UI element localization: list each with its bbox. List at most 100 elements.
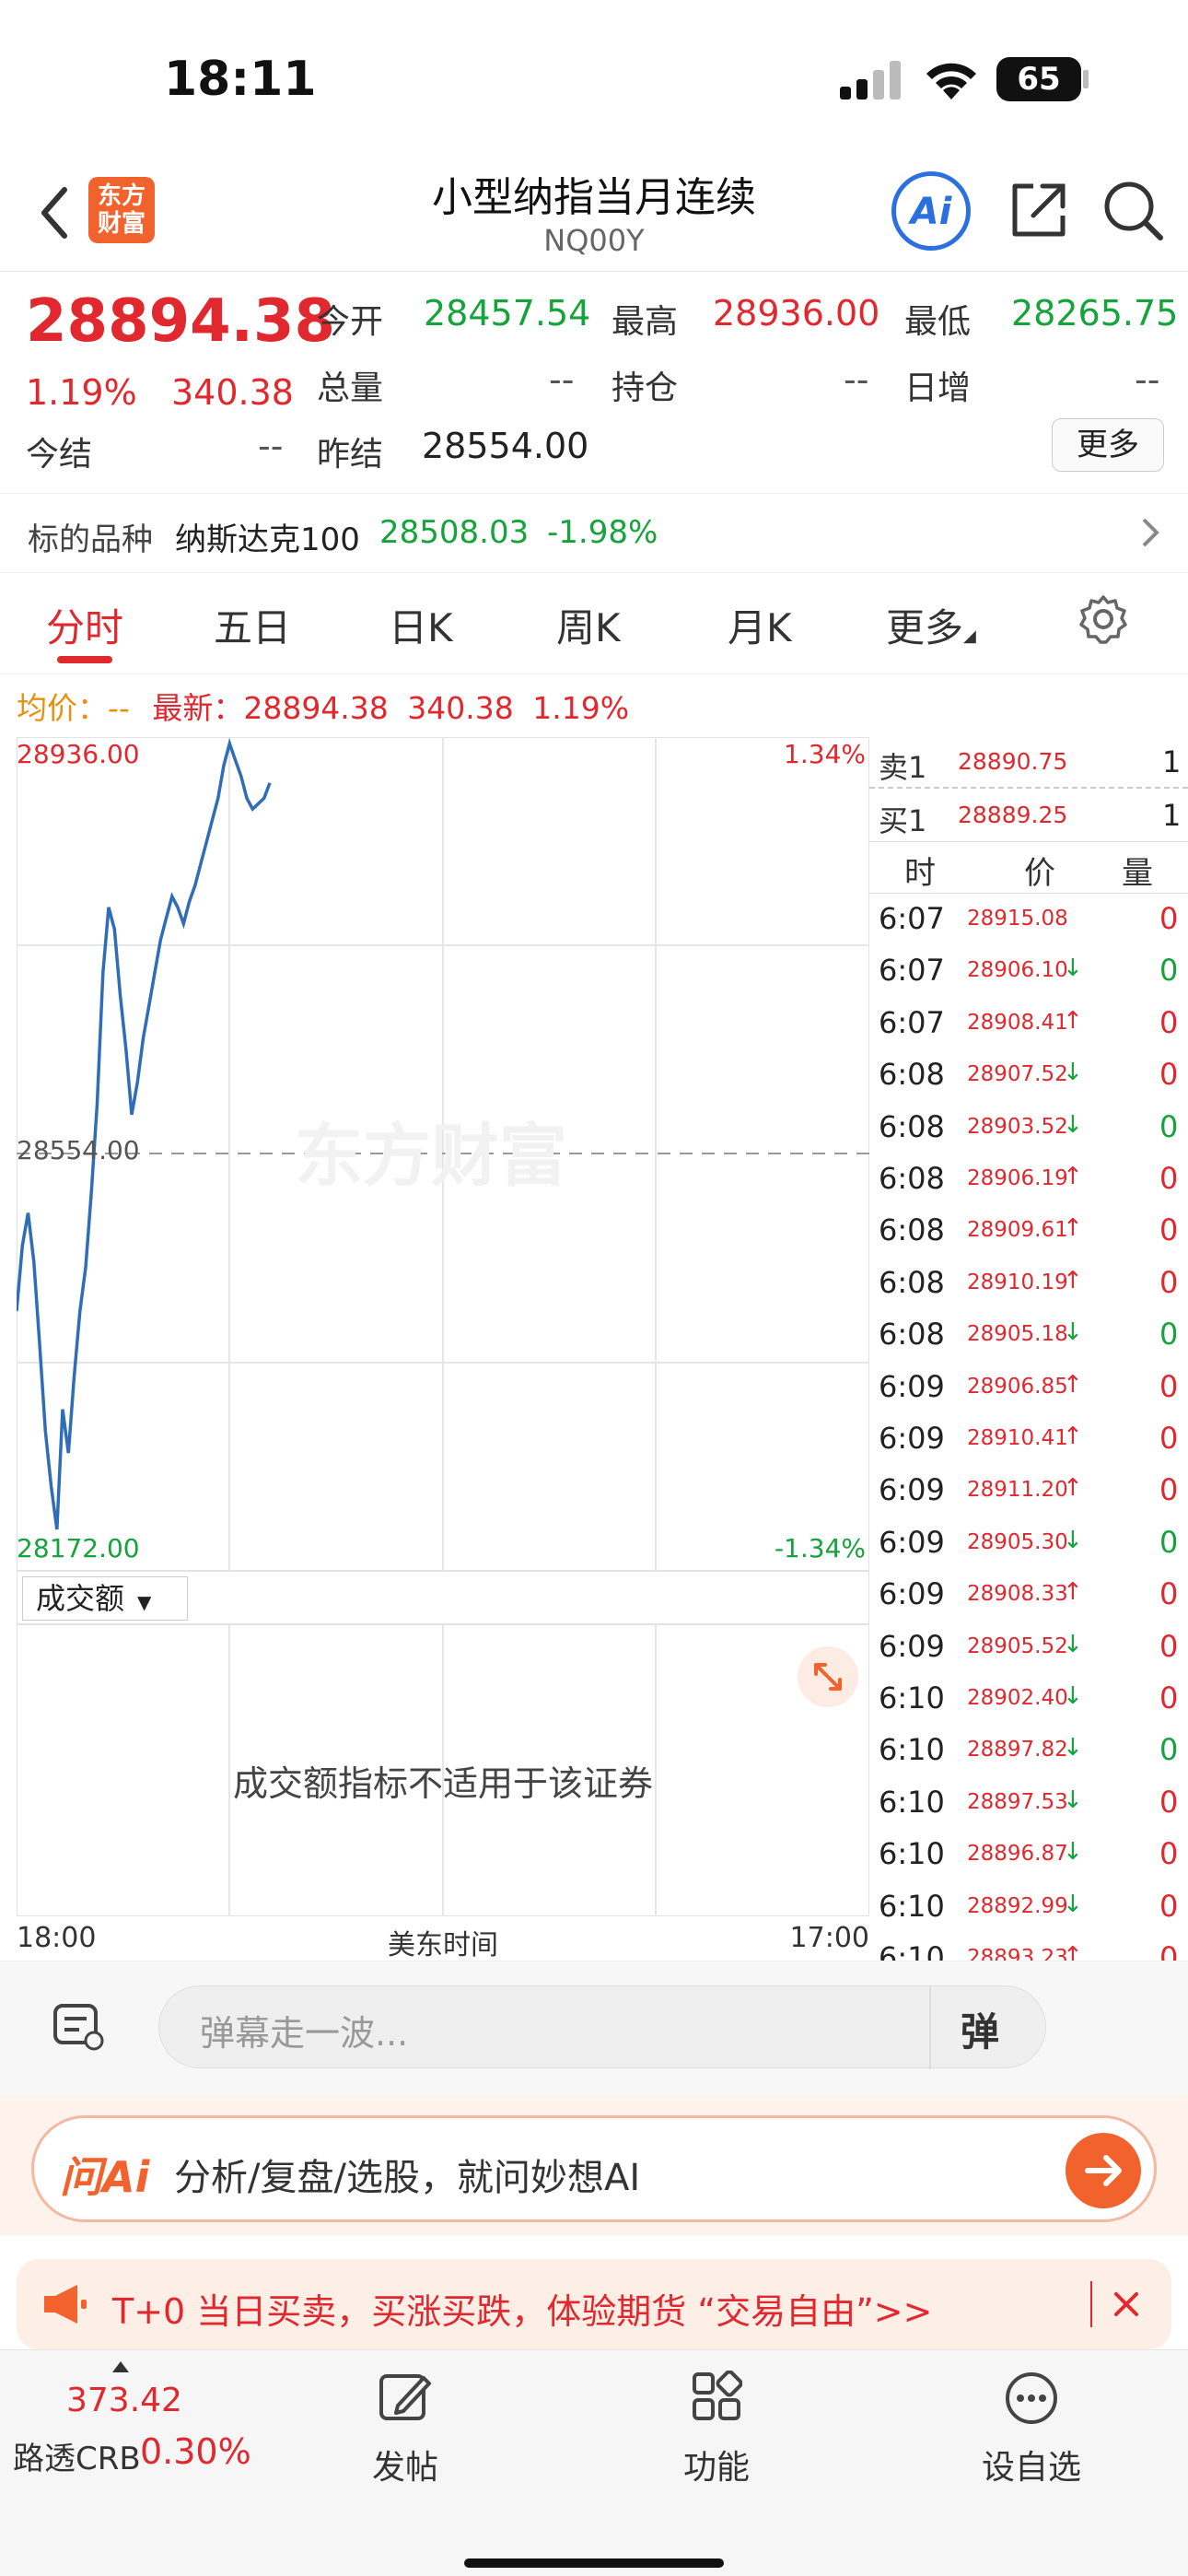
tab-more-label: 更多 [886, 605, 964, 650]
arrow-down-icon: ↓ [1063, 1786, 1083, 1814]
tick-row: 6:09 28905.30 ↓ 0 [869, 1517, 1188, 1563]
buy-row: 买1 28889.25 1 [869, 790, 1188, 842]
crb-index-item[interactable]: 373.42 路透CRB 0.30% [0, 2350, 251, 2535]
signal-icon [840, 61, 901, 100]
ai-prompt-bar[interactable]: 问Ai 分析/复盘/选股，就问妙想AI [31, 2115, 1157, 2222]
tab-5day[interactable]: 五日 [214, 597, 291, 653]
promo-banner[interactable]: T+0 当日买卖，买涨买跌，体验期货 “交易自由”>> [17, 2259, 1171, 2349]
danmu-placeholder: 弹幕走一波... [200, 2013, 409, 2054]
tick-row: 6:07 28915.08 0 [869, 894, 1188, 940]
close-icon[interactable] [1109, 2287, 1144, 2322]
volume-indicator-select[interactable]: 成交额 ▼ [22, 1576, 188, 1621]
tick-time: 6:07 [879, 901, 945, 936]
tick-time: 6:09 [879, 1628, 945, 1664]
search-icon[interactable] [1100, 177, 1166, 243]
underlying-name: 纳斯达克100 [175, 521, 360, 558]
tick-volume: 0 [1159, 1161, 1179, 1196]
danmu-toggle-icon[interactable]: 弹 [961, 2001, 999, 2057]
megaphone-icon [44, 2285, 87, 2324]
oi-value: -- [844, 359, 869, 400]
danmu-input[interactable]: 弹幕走一波... 弹 [158, 1985, 1046, 2069]
tick-row: 6:09 28906.85 ↑ 0 [869, 1362, 1188, 1408]
latest-change: 340.38 [407, 690, 514, 726]
expand-icon[interactable] [798, 1646, 858, 1707]
tick-volume: 0 [1159, 1057, 1179, 1093]
daily-inc-value: -- [1135, 359, 1160, 400]
sell-vol: 1 [1162, 744, 1182, 779]
tick-price: 28905.18 [967, 1322, 1068, 1347]
active-tab-indicator [57, 656, 112, 663]
underlying-label: 标的品种 [28, 521, 153, 558]
tick-volume: 0 [1159, 901, 1179, 936]
tab-more[interactable]: 更多◢ [886, 597, 976, 653]
status-time: 18:11 [164, 52, 317, 107]
comment-settings-icon[interactable] [52, 2002, 107, 2054]
tick-row: 6:10 28892.99 ↓ 0 [869, 1881, 1188, 1927]
tick-time: 6:10 [879, 1888, 945, 1924]
low-value: 28265.75 [1011, 293, 1179, 334]
volume-value: -- [549, 359, 575, 400]
tick-row: 6:10 28897.82 ↓ 0 [869, 1725, 1188, 1771]
arrow-down-icon: ↓ [1063, 1059, 1083, 1087]
tick-row: 6:10 28896.87 ↓ 0 [869, 1829, 1188, 1875]
tab-daily-k[interactable]: 日K [389, 597, 453, 653]
arrow-down-icon: ↓ [1063, 1734, 1083, 1762]
chevron-right-icon [1142, 518, 1159, 547]
battery-level: 65 [1017, 61, 1061, 98]
sell-row: 卖1 28890.75 1 [869, 737, 1188, 789]
tab-weekly-k[interactable]: 周K [556, 597, 621, 653]
tick-price: 28908.33 [967, 1582, 1068, 1607]
settle-label: 今结 [26, 436, 93, 474]
tick-price: 28915.08 [967, 907, 1068, 931]
tick-volume: 0 [1159, 953, 1179, 989]
arrow-down-icon: ↓ [1063, 1110, 1083, 1139]
add-watchlist-button[interactable]: 设自选 [967, 2359, 1096, 2525]
tick-time: 6:09 [879, 1524, 945, 1560]
chart-info-line: 均价：-- 最新：28894.38 340.38 1.19% [17, 684, 629, 728]
tab-intraday[interactable]: 分时 [46, 597, 123, 653]
triangle-up-icon [112, 2361, 129, 2372]
tick-row: 6:08 28905.18 ↓ 0 [869, 1309, 1188, 1355]
y-axis-mid: 28554.00 [17, 1135, 140, 1165]
ai-submit-button[interactable] [1066, 2133, 1141, 2208]
prev-settle-value: 28554.00 [422, 426, 589, 466]
underlying-row[interactable]: 标的品种 纳斯达克100 28508.03 -1.98% [0, 494, 1188, 573]
tick-row: 6:07 28906.10 ↓ 0 [869, 945, 1188, 991]
tick-time: 6:08 [879, 1212, 945, 1248]
tab-monthly-k[interactable]: 月K [728, 597, 792, 653]
function-button[interactable]: 功能 [661, 2359, 772, 2525]
tick-row: 6:08 28903.52 ↓ 0 [869, 1102, 1188, 1148]
tick-time: 6:10 [879, 1836, 945, 1872]
tick-price: 28906.85 [967, 1374, 1068, 1399]
arrow-up-icon: ↑ [1063, 1578, 1083, 1607]
tick-row: 6:08 28906.19 ↑ 0 [869, 1153, 1188, 1200]
more-button[interactable]: 更多 [1052, 418, 1164, 472]
tick-volume: 0 [1159, 1472, 1179, 1508]
post-button[interactable]: 发帖 [350, 2359, 460, 2525]
tick-list[interactable]: 6:07 28915.08 0 6:07 28906.10 ↓ 0 6:07 28908.41 ↑… [869, 894, 1188, 2079]
avg-label: 均价： [17, 690, 108, 726]
tick-row: 6:09 28910.41 ↑ 0 [869, 1413, 1188, 1459]
status-bar: 18:11 65 [0, 0, 1188, 157]
tick-time: 6:10 [879, 1784, 945, 1820]
gear-icon[interactable] [1077, 593, 1129, 645]
ai-button[interactable]: Ai [891, 171, 971, 251]
tick-row: 6:09 28908.33 ↑ 0 [869, 1569, 1188, 1615]
buy-price: 28889.25 [958, 802, 1068, 828]
arrow-down-icon: ↓ [1063, 1838, 1083, 1867]
tick-price: 28910.19 [967, 1270, 1068, 1294]
caret-down-icon: ◢ [963, 626, 976, 646]
tick-volume: 0 [1159, 1628, 1179, 1664]
chart-tabs: 分时 五日 日K 周K 月K 更多◢ [0, 573, 1188, 674]
tick-price: 28906.19 [967, 1166, 1068, 1190]
banner-text: T+0 当日买卖，买涨买跌，体验期货 “交易自由”>> [112, 2291, 933, 2332]
grid-icon [693, 2371, 742, 2420]
high-label: 最高 [611, 303, 679, 341]
share-icon[interactable] [1006, 177, 1072, 243]
tick-time: 6:10 [879, 1680, 945, 1715]
low-label: 最低 [904, 303, 972, 341]
tick-volume: 0 [1159, 1576, 1179, 1612]
tick-time: 6:09 [879, 1421, 945, 1456]
intraday-chart[interactable]: 东方财富 28936.00 28554.00 28172.00 1.34% -1… [15, 736, 870, 1572]
tick-volume: 0 [1159, 1732, 1179, 1768]
